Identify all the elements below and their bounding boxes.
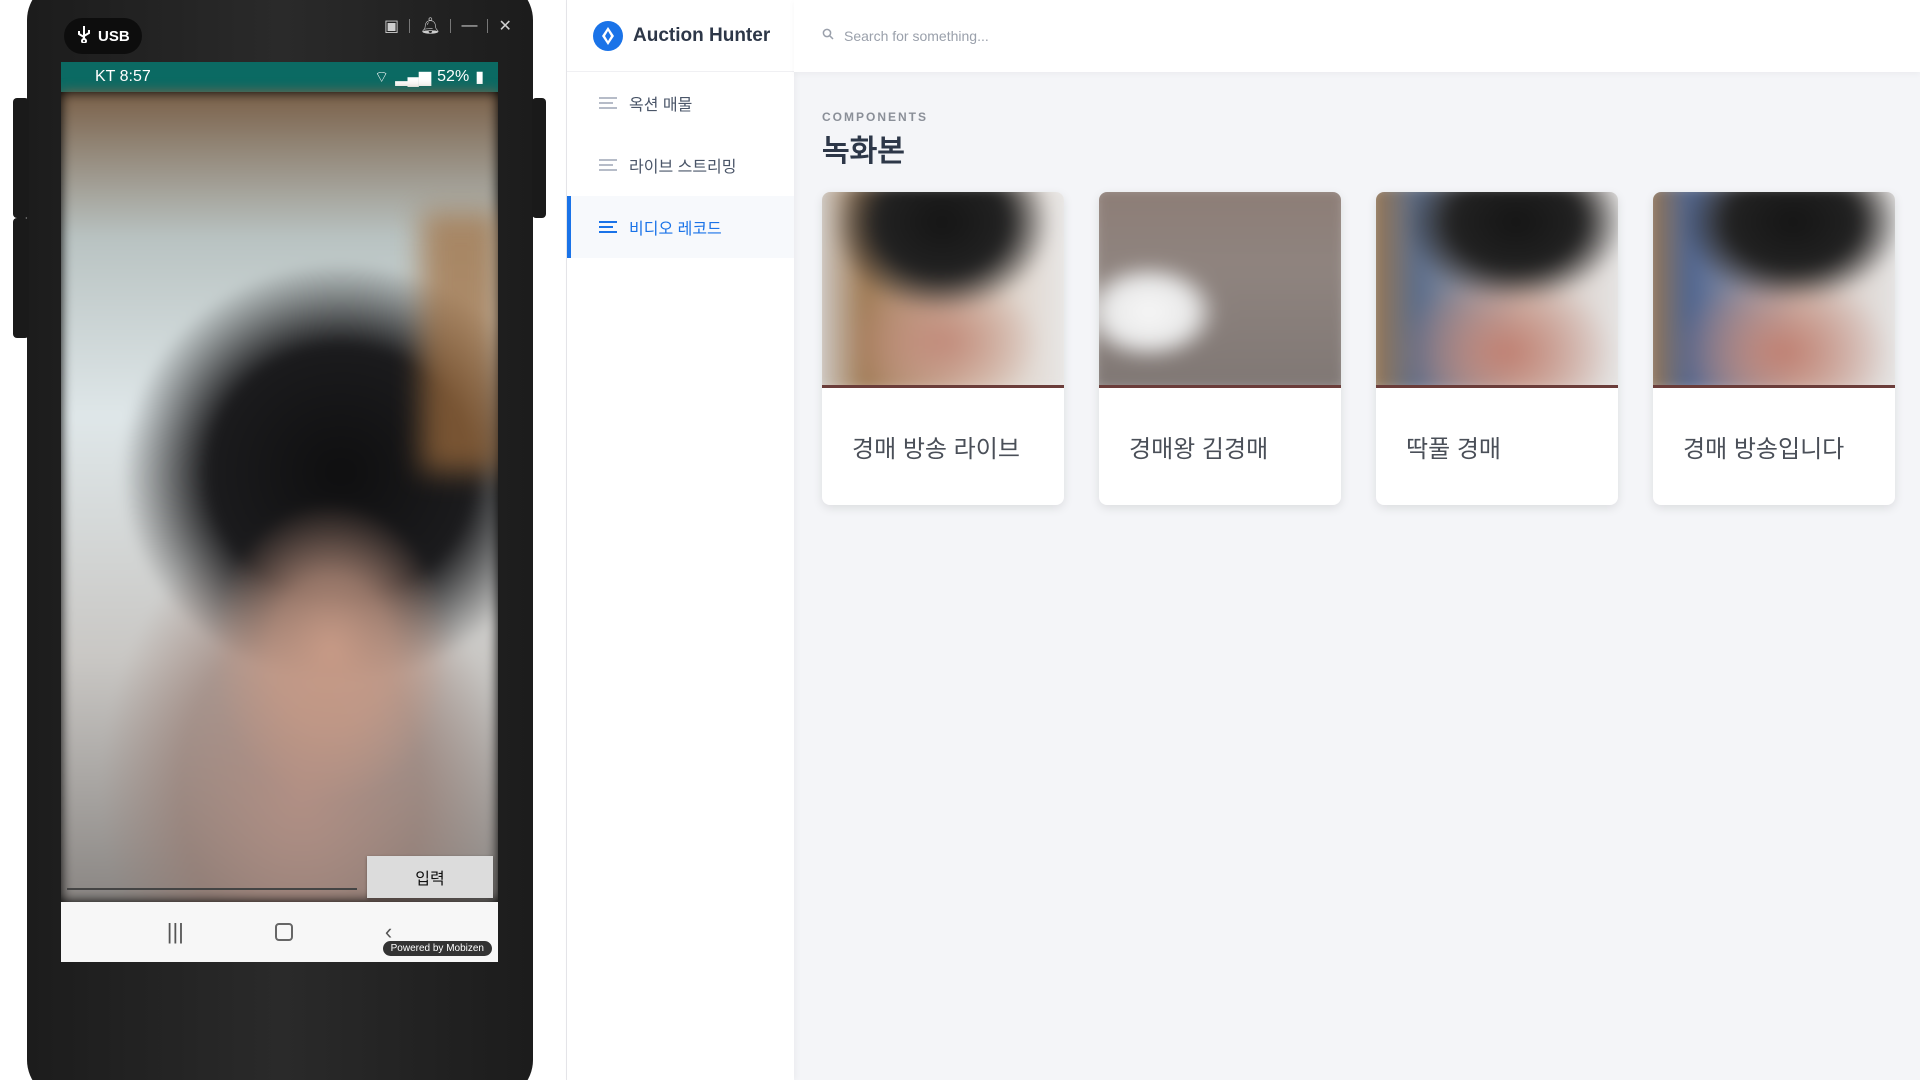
carrier-time: KT 8:57: [95, 68, 151, 85]
video-card-title: 경매 방송입니다: [1683, 436, 1845, 463]
video-card-title: 딱풀 경매: [1406, 436, 1501, 463]
sidebar-item-label: 라이브 스트리밍: [629, 159, 737, 176]
video-card-title: 경매 방송 라이브: [852, 436, 1020, 463]
phone-volume-button: [13, 98, 29, 218]
search-input[interactable]: [844, 28, 1244, 44]
android-status-bar: KT 8:57 ⌔ ▂▄▆ 52% ▮: [61, 62, 498, 92]
video-card[interactable]: 경매왕 김경매: [1099, 192, 1341, 505]
divider: [450, 19, 452, 33]
video-card-title: 경매왕 김경매: [1129, 436, 1269, 463]
battery-icon: ▮: [475, 69, 484, 86]
home-icon[interactable]: [275, 923, 294, 941]
usb-connection-badge[interactable]: USB: [64, 18, 142, 54]
usb-label: USB: [98, 27, 130, 45]
submit-button[interactable]: 입력: [367, 856, 493, 898]
recent-apps-icon[interactable]: |||: [167, 919, 184, 945]
message-input-row: 입력: [61, 842, 498, 902]
divider: [409, 19, 411, 33]
status-icons: ⌔ ▂▄▆ 52% ▮: [374, 67, 484, 87]
video-thumbnail: [1376, 192, 1618, 388]
sidebar-item-label: 비디오 레코드: [629, 221, 722, 238]
top-bar: [794, 0, 1920, 72]
search-bar: [822, 27, 1244, 45]
phone-power-button: [532, 98, 546, 218]
battery-level: 52%: [437, 68, 470, 85]
powered-by-badge: Powered by Mobizen: [382, 941, 492, 956]
sidebar: Auction Hunter 옥션 매물 라이브 스트리밍 비디오 레코드: [567, 0, 794, 1080]
video-card-list: 경매 방송 라이브 경매왕 김경매 딱풀 경매 경매 방송입니다: [822, 192, 1920, 505]
sidebar-item-video-records[interactable]: 비디오 레코드: [567, 196, 794, 258]
video-card[interactable]: 경매 방송 라이브: [822, 192, 1064, 505]
phone-mirror-window: USB ▣ 🔔︎ — ✕ KT 8:57 ⌔ ▂▄▆ 52% ▮ 입력 |||: [0, 0, 566, 1080]
search-icon: [822, 27, 834, 45]
sidebar-nav: 옥션 매물 라이브 스트리밍 비디오 레코드: [567, 72, 794, 258]
main-content: COMPONENTS 녹화본 경매 방송 라이브 경매왕 김경매 딱풀 경매 경…: [794, 72, 1920, 1080]
page-title: 녹화본: [822, 135, 905, 168]
usb-icon: [76, 25, 92, 47]
minimize-icon[interactable]: —: [461, 17, 477, 35]
section-eyebrow: COMPONENTS: [822, 110, 929, 124]
list-icon: [599, 158, 617, 172]
video-thumbnail: [822, 192, 1064, 388]
brand-logo-icon: [593, 20, 623, 51]
sidebar-item-auction-listings[interactable]: 옥션 매물: [567, 72, 794, 134]
video-thumbnail: [1099, 192, 1341, 388]
sidebar-item-label: 옥션 매물: [629, 97, 693, 114]
capture-icon[interactable]: ▣: [384, 16, 399, 36]
phone-screen: KT 8:57 ⌔ ▂▄▆ 52% ▮ 입력 ||| ‹ Powered by …: [61, 62, 498, 962]
brand[interactable]: Auction Hunter: [567, 0, 794, 72]
web-app: Auction Hunter 옥션 매물 라이브 스트리밍 비디오 레코드 Se…: [566, 0, 1920, 1080]
brand-title: Auction Hunter: [633, 24, 771, 46]
divider: [487, 19, 489, 33]
list-icon: [599, 96, 617, 110]
camera-background-shape: [421, 212, 498, 472]
phone-side-button: [13, 218, 29, 338]
video-card[interactable]: 딱풀 경매: [1376, 192, 1618, 505]
video-card[interactable]: 경매 방송입니다: [1653, 192, 1895, 505]
bell-icon[interactable]: 🔔︎: [420, 16, 440, 36]
video-thumbnail: [1653, 192, 1895, 388]
sidebar-item-live-streaming[interactable]: 라이브 스트리밍: [567, 134, 794, 196]
close-icon[interactable]: ✕: [498, 16, 511, 36]
list-icon: [599, 220, 617, 234]
signal-icon: ▂▄▆: [395, 69, 432, 86]
message-input-field[interactable]: [67, 888, 357, 890]
mirror-window-controls: ▣ 🔔︎ — ✕: [384, 16, 512, 36]
wifi-icon: ⌔: [374, 69, 390, 86]
